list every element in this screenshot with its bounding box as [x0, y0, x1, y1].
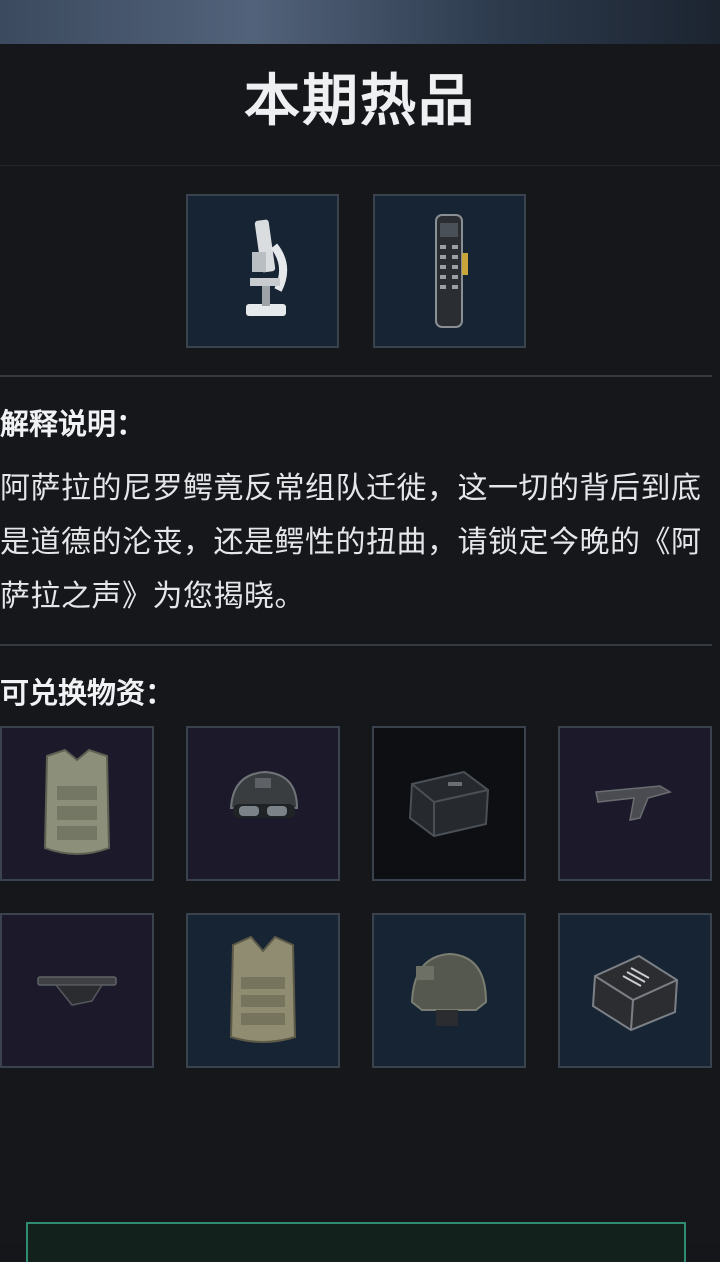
page-title: 本期热品 — [244, 69, 476, 134]
featured-items — [186, 194, 526, 348]
combat-helmet-icon — [410, 952, 488, 1026]
section-divider — [0, 644, 712, 646]
top-banner-strip — [0, 0, 720, 45]
body-armor-icon — [43, 748, 111, 855]
exchange-item-3[interactable] — [372, 726, 526, 881]
exchange-item-1[interactable] — [0, 726, 154, 881]
exchange-item-2[interactable] — [186, 726, 340, 881]
featured-item-radio[interactable] — [373, 194, 526, 348]
bottom-action-button[interactable] — [26, 1222, 686, 1262]
foregrip-icon — [595, 784, 672, 821]
ammo-case-icon — [591, 954, 679, 1031]
armor-vest-icon — [229, 935, 297, 1043]
exchange-item-7[interactable] — [372, 913, 526, 1068]
ammo-box-icon — [408, 770, 490, 837]
exchange-label: 可兑换物资： — [0, 676, 175, 710]
exchange-item-8[interactable] — [558, 913, 712, 1068]
exchange-item-5[interactable] — [0, 913, 154, 1068]
microscope-icon — [245, 219, 287, 316]
radio-device-icon — [434, 214, 468, 328]
exchange-items-grid — [0, 726, 720, 1068]
exchange-item-6[interactable] — [186, 913, 340, 1068]
helmet-goggles-icon — [229, 770, 299, 818]
section-divider — [0, 375, 712, 377]
exchange-item-4[interactable] — [558, 726, 712, 881]
title-divider — [0, 165, 720, 166]
featured-item-microscope[interactable] — [186, 194, 339, 348]
explanation-label: 解释说明： — [0, 407, 146, 441]
explanation-text: 阿萨拉的尼罗鳄竟反常组队迁徙，这一切的背后到底是道德的沦丧，还是鳄性的扭曲，请锁… — [0, 471, 702, 614]
angled-grip-icon — [37, 975, 117, 1006]
